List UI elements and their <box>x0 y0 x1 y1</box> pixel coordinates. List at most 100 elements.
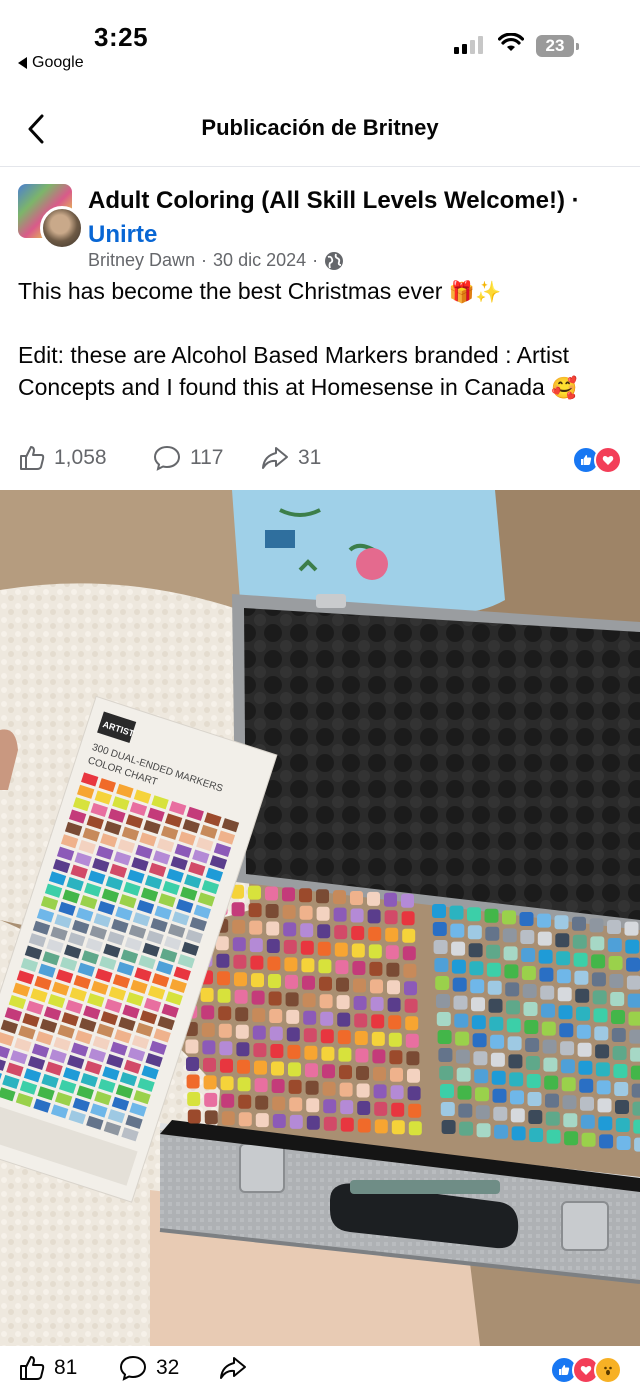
marker-cap <box>305 1080 319 1095</box>
marker-cap <box>220 1076 234 1091</box>
marker-cap <box>432 904 446 918</box>
marker-cap <box>528 1110 543 1124</box>
marker-cap <box>350 908 364 923</box>
marker-cap <box>369 961 383 976</box>
marker-cap <box>626 957 640 972</box>
marker-cap <box>506 1000 520 1015</box>
marker-cap <box>356 1083 370 1098</box>
marker-cap <box>468 943 483 958</box>
back-to-app-link[interactable]: Google <box>18 54 84 72</box>
marker-cap <box>236 1042 250 1057</box>
marker-cap <box>391 1120 405 1135</box>
marker-cap <box>272 1114 286 1128</box>
bottom-comment-button[interactable]: 32 <box>118 1354 179 1382</box>
marker-cap <box>384 892 397 907</box>
marker-cap <box>614 1082 629 1096</box>
marker-cap <box>255 1113 269 1128</box>
marker-cap <box>471 1015 486 1030</box>
marker-cap <box>303 1010 317 1025</box>
author-name[interactable]: Britney Dawn <box>88 250 195 271</box>
like-button[interactable]: 1,058 <box>18 444 107 472</box>
comment-count: 117 <box>190 446 224 469</box>
author-avatar[interactable] <box>40 206 84 250</box>
group-name[interactable]: Adult Coloring (All Skill Levels Welcome… <box>88 187 565 214</box>
marker-cap <box>187 1109 201 1124</box>
marker-cap <box>252 1025 266 1040</box>
marker-cap <box>439 1066 454 1080</box>
marker-cap <box>337 1012 351 1027</box>
marker-cap <box>351 943 365 958</box>
marker-cap <box>632 1101 640 1116</box>
marker-cap <box>323 1116 337 1131</box>
marker-cap <box>249 920 263 935</box>
marker-cap <box>334 925 348 940</box>
marker-cap <box>591 972 606 987</box>
marker-cap <box>469 961 484 976</box>
marker-cap <box>440 1102 455 1116</box>
marker-cap <box>507 1036 522 1051</box>
marker-cap <box>491 1070 506 1085</box>
marker-cap <box>503 946 518 961</box>
post-date[interactable]: 30 dic 2024 <box>213 250 306 271</box>
marker-cap <box>627 993 640 1008</box>
marker-cap <box>270 1044 284 1058</box>
marker-cap <box>486 944 501 959</box>
marker-cap <box>303 1028 317 1043</box>
reaction-summary[interactable] <box>572 446 622 474</box>
marker-cap <box>436 994 450 1008</box>
marker-cap <box>591 954 606 969</box>
marker-cap <box>232 937 246 952</box>
marker-cap <box>351 926 365 940</box>
marker-cap <box>611 1028 626 1042</box>
marker-cap <box>599 1134 614 1149</box>
bottom-share-button[interactable] <box>218 1354 248 1382</box>
marker-cap <box>319 976 332 991</box>
marker-cap <box>387 980 400 995</box>
marker-cap <box>449 905 464 920</box>
marker-cap <box>580 1114 595 1129</box>
love-reaction-icon <box>594 446 622 474</box>
marker-cap <box>624 921 639 936</box>
marker-cap <box>451 941 466 956</box>
marker-cap <box>441 1120 456 1134</box>
join-group-link[interactable]: Unirte <box>88 221 157 248</box>
marker-cap <box>475 1087 489 1102</box>
marker-cap <box>543 1057 558 1072</box>
marker-cap <box>630 1047 640 1062</box>
post-text-2: Edit: these are Alcohol Based Markers br… <box>18 342 570 400</box>
marker-cap <box>608 956 623 970</box>
marker-cap <box>434 958 449 972</box>
marker-cap <box>289 1114 303 1129</box>
bottom-like-button[interactable]: 81 <box>18 1354 77 1382</box>
marker-cap <box>337 1030 351 1045</box>
share-button[interactable]: 31 <box>260 444 321 472</box>
marker-cap <box>522 984 537 998</box>
marker-cap <box>317 941 331 956</box>
marker-cap <box>626 975 640 990</box>
marker-cap <box>335 960 349 975</box>
bottom-reaction-summary[interactable] <box>550 1356 622 1384</box>
marker-cap <box>451 959 466 974</box>
post-photo[interactable]: ARTIST 300 DUAL-ENDED MARKERS COLOR CHAR… <box>0 490 640 1346</box>
marker-cap <box>556 951 571 966</box>
marker-cap <box>289 1097 303 1112</box>
marker-cap <box>526 1074 541 1088</box>
marker-cap <box>252 1008 266 1023</box>
marker-cap <box>286 1009 300 1024</box>
marker-cap <box>473 1051 488 1066</box>
comment-button[interactable]: 117 <box>152 444 223 472</box>
marker-cap <box>476 1123 491 1138</box>
marker-cap <box>505 982 520 997</box>
marker-cap <box>235 1007 249 1022</box>
marker-cap <box>269 1009 283 1023</box>
marker-cap <box>573 952 588 967</box>
marker-cap <box>510 1108 525 1123</box>
marker-cap <box>385 945 399 960</box>
bottom-action-bar: 81 32 <box>0 1346 640 1391</box>
marker-cap <box>306 1098 320 1113</box>
marker-cap <box>288 1062 301 1077</box>
marker-cap <box>594 1026 609 1041</box>
marker-cap <box>316 906 330 921</box>
marker-cap <box>285 992 299 1007</box>
marker-cap <box>541 1003 555 1018</box>
